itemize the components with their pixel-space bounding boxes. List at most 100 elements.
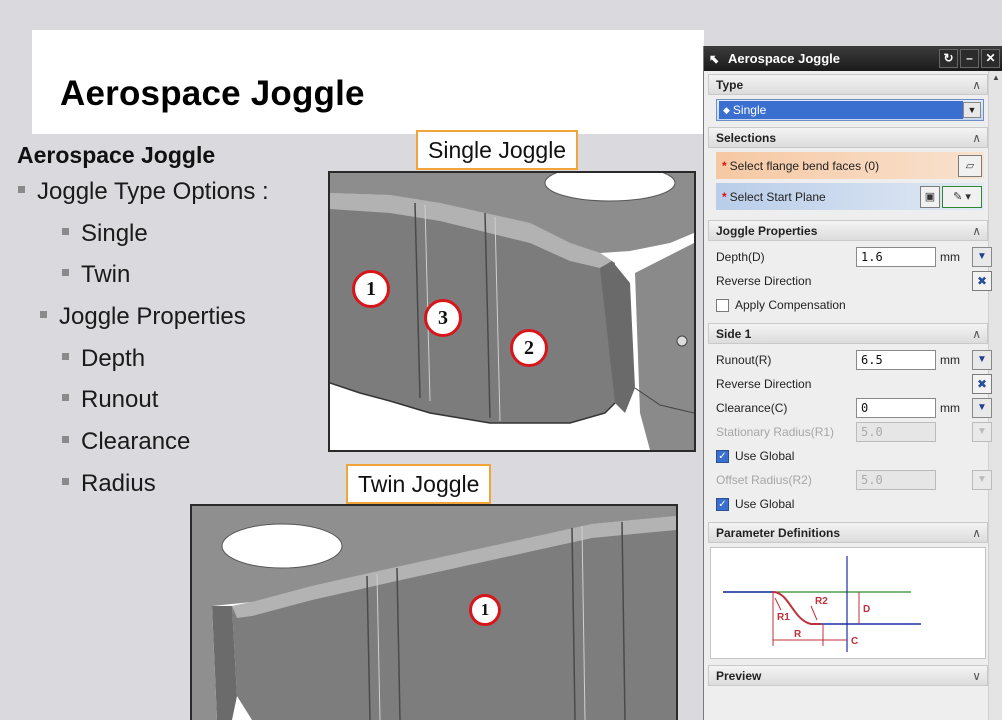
group-side1-header[interactable]: Side 1 ∧	[708, 323, 988, 344]
use-global-2-row[interactable]: ✓ Use Global	[716, 492, 984, 516]
clearance-unit[interactable]: mm	[938, 398, 974, 418]
group-parameter-definitions-header[interactable]: Parameter Definitions ∧	[708, 522, 988, 543]
bullet-properties: Joggle Properties	[40, 303, 246, 331]
diagram-label-r2: R2	[815, 596, 828, 607]
group-joggle-properties-header[interactable]: Joggle Properties ∧	[708, 220, 988, 241]
type-dropdown[interactable]: ◆ Single ▼	[716, 99, 984, 121]
select-start-plane[interactable]: * Select Start Plane ▣ ✎ ▾	[716, 183, 984, 210]
bullet-square-icon	[62, 436, 69, 444]
required-asterisk-icon: *	[722, 158, 727, 173]
slide-subheading: Aerospace Joggle	[17, 142, 216, 168]
group-side1-body: Runout(R) 6.5 mm ▼ Reverse Direction ✖ C…	[708, 344, 992, 522]
offset-radius-input: 5.0	[856, 470, 936, 490]
group-joggle-properties-body: Depth(D) 1.6 mm ▼ Reverse Direction ✖ Ap…	[708, 241, 992, 323]
offset-radius-arrow-icon: ▼	[972, 470, 992, 490]
bullet-twin: Twin	[62, 261, 130, 289]
marker-3: 3	[424, 299, 462, 337]
slide-title: Aerospace Joggle	[60, 74, 365, 113]
bullet-square-icon	[40, 311, 47, 319]
minimize-icon[interactable]: –	[960, 49, 979, 68]
group-selections-body: * Select flange bend faces (0) ▱ * Selec…	[708, 148, 988, 220]
side1-reverse-direction-row: Reverse Direction ✖	[716, 372, 992, 396]
use-global-2-label: Use Global	[735, 497, 795, 511]
runout-label: Runout(R)	[716, 353, 772, 367]
plane-select-icon[interactable]: ▣	[920, 185, 940, 208]
bullet-single: Single	[62, 220, 148, 248]
diagram-label-r1: R1	[777, 612, 790, 623]
diagram-label-c: C	[851, 636, 858, 647]
reset-icon[interactable]: ↻	[939, 49, 958, 68]
group-type-body: ◆ Single ▼	[708, 95, 988, 127]
single-joggle-render: 1 3 2	[328, 171, 696, 452]
depth-label: Depth(D)	[716, 250, 765, 264]
depth-input[interactable]: 1.6	[856, 247, 936, 267]
apply-compensation-checkbox[interactable]	[716, 298, 729, 312]
use-global-1-row[interactable]: ✓ Use Global	[716, 444, 984, 468]
group-preview-header[interactable]: Preview ∨	[708, 665, 988, 686]
chevron-up-icon: ∧	[972, 525, 981, 540]
bullet-square-icon	[62, 269, 69, 277]
stationary-radius-label: Stationary Radius(R1)	[716, 425, 835, 439]
dialog-titlebar: ⬉ Aerospace Joggle ↻ – ✕	[704, 46, 1002, 71]
depth-unit[interactable]: mm	[938, 247, 974, 267]
type-dropdown-value: ◆ Single	[719, 101, 963, 119]
scroll-up-icon[interactable]: ▲	[989, 71, 1002, 85]
callout-single-joggle: Single Joggle	[416, 130, 579, 170]
apply-compensation-label: Apply Compensation	[735, 298, 846, 312]
reverse-direction-label: Reverse Direction	[716, 274, 812, 288]
clearance-input[interactable]: 0	[856, 398, 936, 418]
depth-arrow-icon[interactable]: ▼	[972, 247, 992, 267]
bullet-depth: Depth	[62, 345, 145, 373]
diagram-label-d: D	[863, 604, 870, 615]
callout-twin-joggle: Twin Joggle	[346, 464, 492, 504]
bullet-type-options: Joggle Type Options :	[18, 178, 269, 206]
diagram-label-r: R	[794, 629, 802, 640]
side1-reverse-direction-label: Reverse Direction	[716, 377, 812, 391]
face-select-icon[interactable]: ▱	[958, 154, 982, 177]
reverse-direction-icon[interactable]: ✖	[972, 271, 992, 291]
aerospace-joggle-dialog: ⬉ Aerospace Joggle ↻ – ✕ ▲ Type ∧ ◆ Sing…	[703, 46, 1002, 720]
chevron-up-icon: ∧	[972, 223, 981, 238]
bullet-square-icon	[62, 394, 69, 402]
required-asterisk-icon: *	[722, 189, 727, 204]
select-flange-bend-faces[interactable]: * Select flange bend faces (0) ▱	[716, 152, 984, 179]
dialog-title: Aerospace Joggle	[728, 51, 840, 66]
clearance-arrow-icon[interactable]: ▼	[972, 398, 992, 418]
chevron-up-icon: ∧	[972, 77, 981, 92]
chevron-up-icon: ∧	[972, 326, 981, 341]
dialog-scrollbar[interactable]: ▲	[988, 71, 1002, 720]
stationary-radius-input: 5.0	[856, 422, 936, 442]
bullet-square-icon	[62, 478, 69, 486]
plane-dialog-icon[interactable]: ✎ ▾	[942, 185, 982, 208]
apply-compensation-row[interactable]: Apply Compensation	[716, 293, 984, 317]
bullet-runout: Runout	[62, 386, 158, 414]
runout-row: Runout(R) 6.5 mm ▼	[716, 348, 992, 372]
runout-input[interactable]: 6.5	[856, 350, 936, 370]
depth-row: Depth(D) 1.6 mm ▼	[716, 245, 992, 269]
chevron-up-icon: ∧	[972, 130, 981, 145]
parameter-diagram-drawing: R1 R2 D R C	[723, 556, 921, 652]
use-global-1-checkbox[interactable]: ✓	[716, 449, 729, 463]
single-joggle-icon: ◆	[723, 104, 730, 115]
marker-1: 1	[469, 594, 501, 626]
reverse-direction-icon[interactable]: ✖	[972, 374, 992, 394]
reverse-direction-row: Reverse Direction ✖	[716, 269, 992, 293]
use-global-1-label: Use Global	[735, 449, 795, 463]
single-joggle-part-image	[330, 173, 694, 450]
group-type-header[interactable]: Type ∧	[708, 74, 988, 95]
twin-joggle-render: 1	[190, 504, 678, 720]
runout-arrow-icon[interactable]: ▼	[972, 350, 992, 370]
use-global-2-checkbox[interactable]: ✓	[716, 497, 729, 511]
bullet-square-icon	[62, 228, 69, 236]
group-selections-header[interactable]: Selections ∧	[708, 127, 988, 148]
close-icon[interactable]: ✕	[981, 49, 1000, 68]
bullet-square-icon	[18, 186, 25, 194]
bullet-radius: Radius	[62, 470, 156, 498]
chevron-down-icon: ∨	[972, 668, 981, 683]
bullet-clearance: Clearance	[62, 428, 190, 456]
stationary-radius-row: Stationary Radius(R1) 5.0 ▼	[716, 420, 992, 444]
stationary-radius-arrow-icon: ▼	[972, 422, 992, 442]
runout-unit[interactable]: mm	[938, 350, 974, 370]
bullet-square-icon	[62, 353, 69, 361]
chevron-down-icon[interactable]: ▼	[963, 102, 981, 118]
